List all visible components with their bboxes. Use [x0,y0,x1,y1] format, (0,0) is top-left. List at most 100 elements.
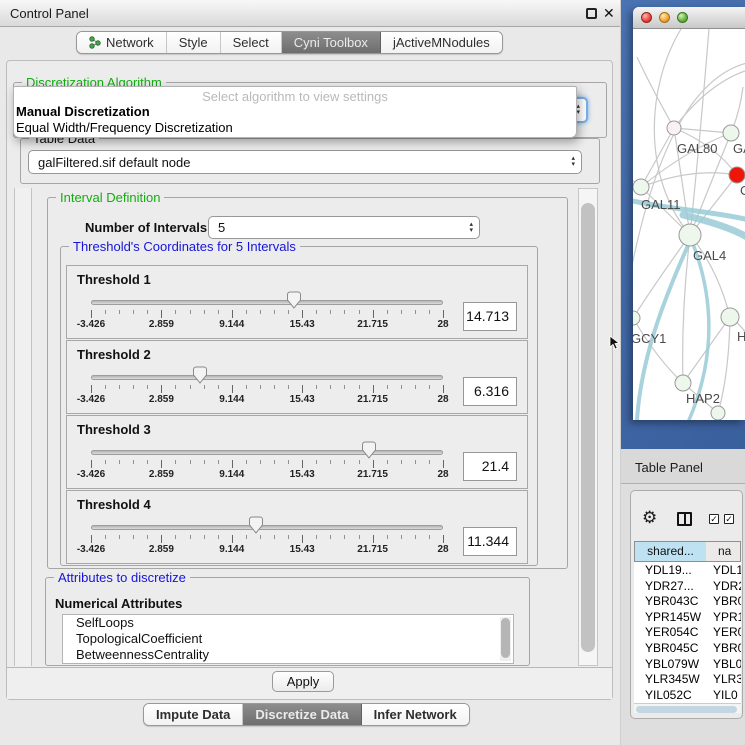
table-panel: ⚙ ✓ ✓ shared... na YDL19...YDL1YDR27...Y… [630,490,743,719]
slider-track[interactable] [91,375,443,380]
minimize-traffic-light-icon[interactable] [659,12,670,23]
slider-tick-label: 9.144 [219,469,244,480]
slider-thumb[interactable] [362,441,377,459]
attributes-group-title: Attributes to discretize [54,570,190,585]
table-cell-shared-name[interactable]: YIL052C [645,688,692,702]
tab-network[interactable]: Network [77,32,167,53]
attribute-list-item[interactable]: SelfLoops [63,615,513,631]
network-node[interactable] [711,406,725,420]
thresholds-group-title: Threshold's Coordinates for 5 Intervals [69,239,300,254]
network-node[interactable] [675,375,691,391]
network-edge [690,29,709,235]
network-node[interactable] [667,121,681,135]
table-row[interactable]: YDR27... YDR2 [634,578,741,594]
slider-tick-label: -3.426 [77,319,105,330]
tab-jactivemnodules[interactable]: jActiveMNodules [381,32,502,53]
table-cell-name[interactable]: YLR3 [713,672,741,686]
table-cell-shared-name[interactable]: YLR345W [645,672,700,686]
table-row[interactable]: YDL19... YDL1 [634,562,741,578]
tab-discretize-data[interactable]: Discretize Data [243,704,361,725]
network-node[interactable] [729,167,745,183]
popup-header: Select algorithm to view settings [14,89,576,104]
table-cell-name[interactable]: YBR0 [713,641,741,655]
network-node-label: GAL4 [693,248,726,263]
slider-track[interactable] [91,525,443,530]
tab-infer-network[interactable]: Infer Network [362,704,469,725]
table-cell-shared-name[interactable]: YER054C [645,625,698,639]
column-header-name[interactable]: na [706,541,741,562]
tab-style[interactable]: Style [167,32,221,53]
table-cell-name[interactable]: YER0 [713,625,741,639]
table-horizontal-scrollbar[interactable] [634,703,741,713]
network-edge [633,63,745,291]
slider-tick-label: 28 [437,544,448,555]
checkbox-icon[interactable]: ✓ [724,514,734,524]
table-row[interactable]: YER054C YER0 [634,624,741,640]
popup-item-manual-discretization[interactable]: Manual Discretization [16,104,576,119]
table-cell-name[interactable]: YDL1 [713,563,741,577]
slider-tick-label: 9.144 [219,544,244,555]
settings-vertical-scrollbar-thumb[interactable] [581,203,595,652]
network-window-titlebar[interactable] [633,7,745,29]
table-cell-name[interactable]: YIL0 [713,688,738,702]
table-cell-shared-name[interactable]: YBR043C [645,594,698,608]
attribute-list-item[interactable]: BetweennessCentrality [63,647,513,663]
threshold-3-value-field[interactable]: 21.4 [463,452,517,481]
numerical-attributes-list[interactable]: SelfLoopsTopologicalCoefficientBetweenne… [62,614,514,664]
table-cell-shared-name[interactable]: YDR27... [645,579,694,593]
table-cell-shared-name[interactable]: YBR045C [645,641,698,655]
threshold-4-value-field[interactable]: 11.344 [463,527,517,556]
network-node[interactable] [723,125,739,141]
combo-stepper-icon [571,156,575,168]
apply-button[interactable]: Apply [272,671,334,692]
table-cell-shared-name[interactable]: YPR145W [645,610,701,624]
attribute-list-item[interactable]: TopologicalCoefficient [63,631,513,647]
table-cell-name[interactable]: YDR2 [713,579,741,593]
table-cell-shared-name[interactable]: YDL19... [645,563,692,577]
table-row[interactable]: YIL052C YIL0 [634,687,741,703]
table-cell-name[interactable]: YBR0 [713,594,741,608]
table-row[interactable]: YLR345W YLR3 [634,671,741,687]
table-row[interactable]: YBR043C YBR0 [634,593,741,609]
float-window-icon[interactable] [586,8,597,19]
gear-icon[interactable]: ⚙ [642,508,657,528]
table-data-group: Table Data galFiltered.sif default node [20,138,600,184]
top-tab-bar: Network Style Select Cyni Toolbox jActiv… [76,31,503,54]
table-data-combobox[interactable]: galFiltered.sif default node [28,150,582,174]
checkbox-icon[interactable]: ✓ [709,514,719,524]
bottom-tab-bar: Impute Data Discretize Data Infer Networ… [143,703,470,726]
zoom-traffic-light-icon[interactable] [677,12,688,23]
tab-cyni-toolbox[interactable]: Cyni Toolbox [282,32,381,53]
threshold-1-value-field[interactable]: 14.713 [463,302,517,331]
table-cell-name[interactable]: YBL0 [713,657,741,671]
threshold-2-value-field[interactable]: 6.316 [463,377,517,406]
column-header-shared[interactable]: shared... [634,541,707,562]
split-table-icon[interactable] [677,512,692,526]
slider-track[interactable] [91,300,443,305]
table-row[interactable]: YBR045C YBR0 [634,640,741,656]
table-cell-shared-name[interactable]: YBL079W [645,657,699,671]
table-row[interactable]: YBL079W YBL0 [634,656,741,672]
tab-impute-data[interactable]: Impute Data [144,704,243,725]
network-edge [633,318,683,383]
network-node[interactable] [633,179,649,195]
number-of-intervals-combobox[interactable]: 5 [208,216,480,239]
network-node[interactable] [633,311,640,325]
network-node[interactable] [679,224,701,246]
network-node[interactable] [721,308,739,326]
slider-thumb[interactable] [287,291,302,309]
table-horizontal-scrollbar-thumb[interactable] [636,706,737,713]
slider-thumb[interactable] [193,366,208,384]
slider-thumb[interactable] [249,516,264,534]
slider-track[interactable] [91,450,443,455]
combo-stepper-icon [469,222,473,234]
attributes-list-scrollbar[interactable] [500,617,511,661]
close-icon[interactable]: ✕ [603,5,615,22]
slider-tick-label: 15.43 [290,394,315,405]
table-cell-name[interactable]: YPR1 [713,610,741,624]
close-traffic-light-icon[interactable] [641,12,652,23]
table-row[interactable]: YPR145W YPR1 [634,609,741,625]
network-canvas[interactable]: GAL80GACGAL11GAL4GCY1HHAP2 [633,29,745,420]
tab-select[interactable]: Select [221,32,282,53]
popup-item-equal-width-frequency[interactable]: Equal Width/Frequency Discretization [16,120,576,135]
